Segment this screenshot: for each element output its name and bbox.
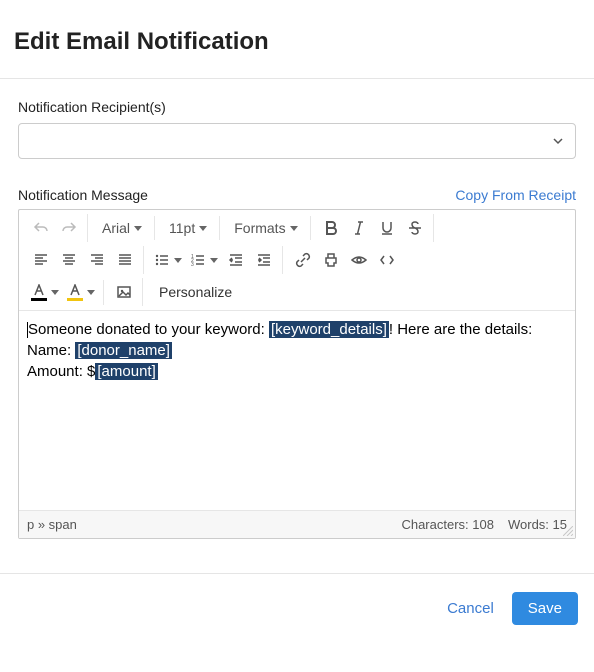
recipients-select-value[interactable] — [18, 123, 576, 159]
italic-button[interactable] — [345, 214, 373, 242]
formats-label: Formats — [234, 220, 285, 236]
redo-button[interactable] — [55, 214, 83, 242]
align-justify-button[interactable] — [111, 246, 139, 274]
rich-editor: Arial 11pt Formats — [18, 209, 576, 539]
word-count: Words: 15 — [508, 517, 567, 532]
chevron-down-icon — [51, 290, 59, 295]
align-center-button[interactable] — [55, 246, 83, 274]
preview-button[interactable] — [345, 246, 373, 274]
resize-handle-icon[interactable] — [563, 526, 573, 536]
chevron-down-icon — [199, 226, 207, 231]
chevron-down-icon — [174, 258, 182, 263]
save-button[interactable]: Save — [512, 592, 578, 625]
personalize-button[interactable]: Personalize — [149, 280, 242, 304]
numbered-list-dropdown[interactable]: 123 — [186, 248, 222, 272]
insert-image-button[interactable] — [110, 278, 138, 306]
chevron-down-icon — [290, 226, 298, 231]
font-family-value: Arial — [102, 220, 130, 236]
font-family-dropdown[interactable]: Arial — [94, 216, 150, 240]
link-button[interactable] — [289, 246, 317, 274]
align-left-button[interactable] — [27, 246, 55, 274]
font-size-dropdown[interactable]: 11pt — [161, 216, 215, 240]
page-title: Edit Email Notification — [14, 28, 580, 56]
merge-tag-amount: [amount] — [95, 363, 157, 380]
font-size-value: 11pt — [169, 220, 195, 236]
underline-button[interactable] — [373, 214, 401, 242]
strikethrough-button[interactable] — [401, 214, 429, 242]
char-count: Characters: 108 — [401, 517, 494, 532]
chevron-down-icon — [134, 226, 142, 231]
merge-tag-donor-name: [donor_name] — [75, 342, 172, 359]
background-color-dropdown[interactable] — [63, 280, 99, 305]
cancel-button[interactable]: Cancel — [447, 600, 494, 617]
outdent-button[interactable] — [222, 246, 250, 274]
text-color-icon — [31, 284, 47, 301]
merge-tag-keyword-details: [keyword_details] — [269, 321, 389, 338]
indent-button[interactable] — [250, 246, 278, 274]
message-label: Notification Message — [18, 187, 148, 203]
chevron-down-icon — [210, 258, 218, 263]
undo-button[interactable] — [27, 214, 55, 242]
editor-path[interactable]: p » span — [27, 517, 77, 532]
editor-line: Amount: $[amount] — [27, 361, 567, 382]
bold-button[interactable] — [317, 214, 345, 242]
editor-toolbar: Arial 11pt Formats — [19, 210, 575, 311]
text: Amount: $ — [27, 363, 95, 380]
editor-content-area[interactable]: Someone donated to your keyword: [keywor… — [19, 311, 575, 510]
recipients-label: Notification Recipient(s) — [18, 99, 576, 115]
bullet-list-dropdown[interactable] — [150, 248, 186, 272]
text: Name: — [27, 342, 75, 359]
print-button[interactable] — [317, 246, 345, 274]
source-code-button[interactable] — [373, 246, 401, 274]
svg-text:3: 3 — [191, 262, 194, 268]
formats-dropdown[interactable]: Formats — [226, 216, 305, 240]
text: ! Here are the details: — [389, 321, 532, 338]
copy-from-receipt-link[interactable]: Copy From Receipt — [455, 187, 576, 203]
text-color-dropdown[interactable] — [27, 280, 63, 305]
align-right-button[interactable] — [83, 246, 111, 274]
editor-line: Someone donated to your keyword: [keywor… — [27, 319, 567, 340]
editor-status-bar: p » span Characters: 108 Words: 15 — [19, 510, 575, 538]
background-color-icon — [67, 284, 83, 301]
text: Someone donated to your keyword: — [28, 321, 269, 338]
recipients-select[interactable] — [18, 123, 576, 159]
editor-line: Name: [donor_name] — [27, 340, 567, 361]
chevron-down-icon — [87, 290, 95, 295]
